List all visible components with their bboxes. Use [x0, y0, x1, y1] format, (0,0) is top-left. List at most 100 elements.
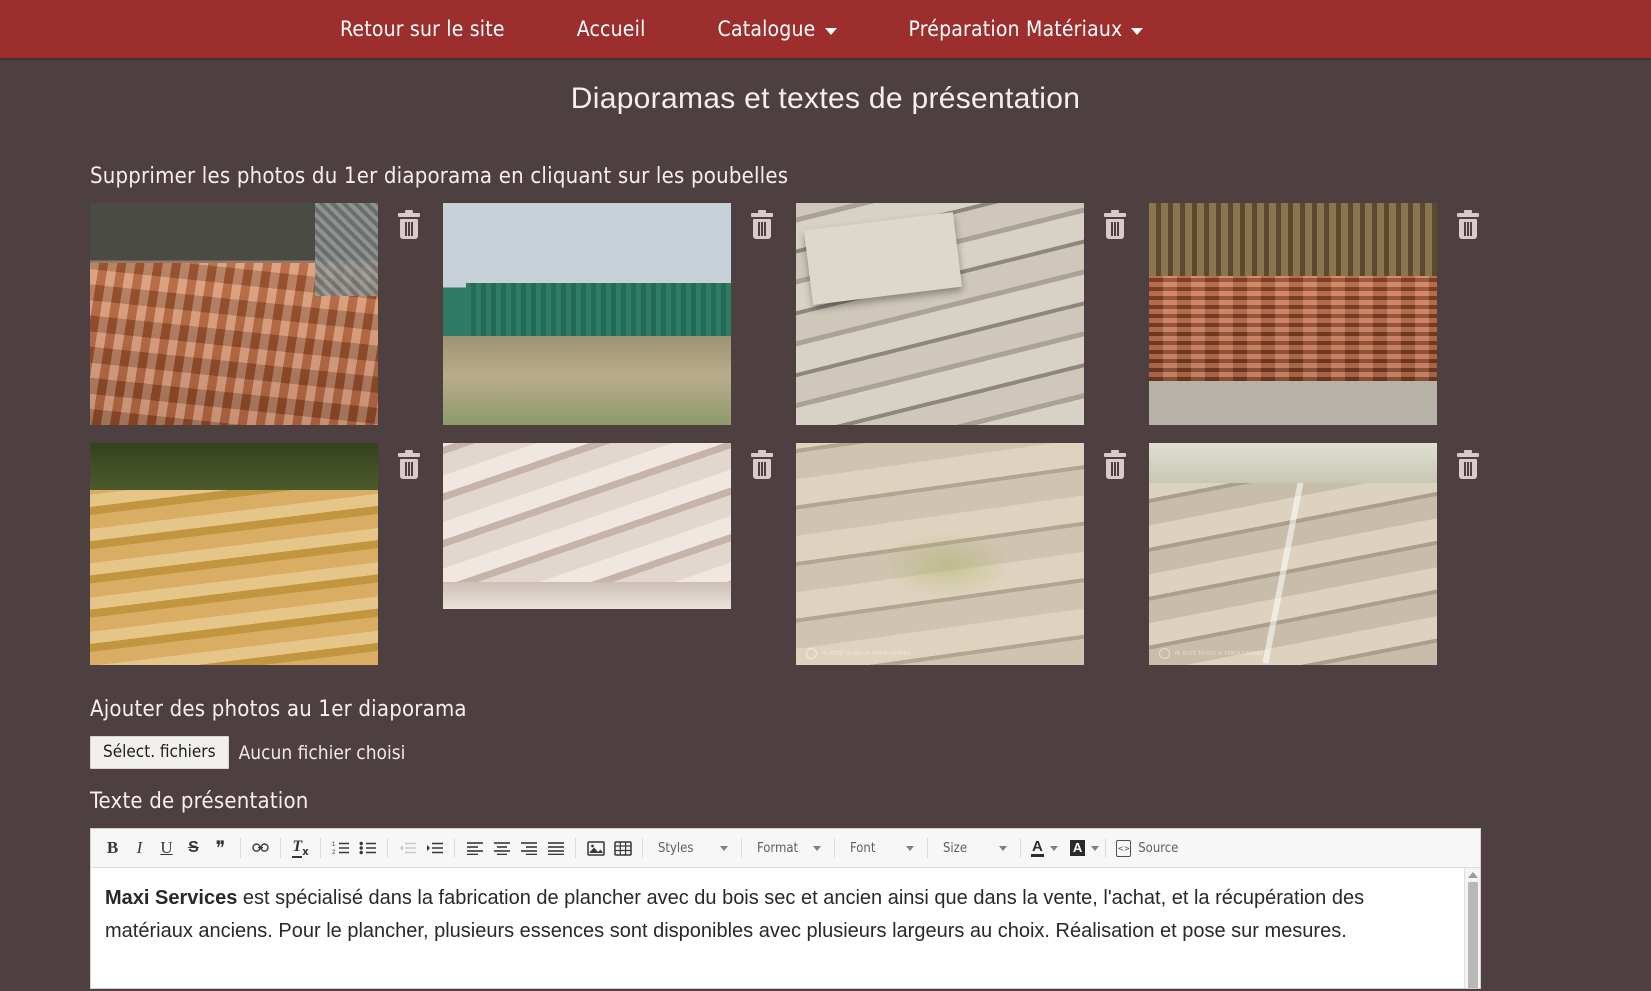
nav-label: Accueil: [576, 17, 646, 41]
link-icon[interactable]: [247, 835, 274, 862]
nav-item-preparation-materiaux[interactable]: Préparation Matériaux: [909, 17, 1144, 41]
italic-icon[interactable]: I: [126, 835, 153, 862]
toolbar-divider: [320, 838, 321, 858]
toolbar-divider: [741, 838, 742, 858]
scrollbar-thumb[interactable]: [1467, 882, 1478, 988]
chevron-down-icon: [999, 845, 1007, 851]
nav-label: Catalogue: [717, 17, 816, 41]
photo-thumbnail[interactable]: [1149, 203, 1437, 425]
numbered-list-icon[interactable]: 12: [327, 835, 354, 862]
photo-cell: MI NOTE 10 PRO AI PENTA CAMERA: [796, 443, 1149, 665]
toolbar-divider: [387, 838, 388, 858]
toolbar-divider: [927, 838, 928, 858]
align-right-icon[interactable]: [515, 835, 542, 862]
trash-icon[interactable]: [398, 210, 420, 239]
watermark-text: MI NOTE 10 PRO AI PENTA CAMERA: [1175, 650, 1264, 657]
justify-icon[interactable]: [542, 835, 569, 862]
editor-toolbar: B I U S ❞ Tx 12 Styles Format Font Size …: [91, 829, 1480, 868]
toolbar-divider: [834, 838, 835, 858]
text-color-icon: A: [1031, 837, 1044, 857]
trash-icon[interactable]: [1457, 450, 1479, 479]
decrease-indent-icon[interactable]: [394, 835, 421, 862]
font-dropdown[interactable]: Font: [841, 835, 921, 862]
trash-icon[interactable]: [398, 450, 420, 479]
photo-cell: MI NOTE 10 PRO AI PENTA CAMERA: [1149, 443, 1502, 665]
bulleted-list-icon[interactable]: [354, 835, 381, 862]
toolbar-divider: [575, 838, 576, 858]
nav-item-catalogue[interactable]: Catalogue: [718, 17, 837, 41]
nav-item-retour-sur-le-site[interactable]: Retour sur le site: [340, 17, 505, 41]
editor-scrollbar[interactable]: [1464, 868, 1480, 988]
photo-grid: MI NOTE 10 PRO AI PENTA CAMERA MI NOTE 1…: [90, 203, 1510, 683]
size-dropdown-label: Size: [943, 840, 968, 856]
nav-label: Retour sur le site: [340, 17, 505, 41]
strikethrough-icon[interactable]: S: [180, 835, 207, 862]
photo-thumbnail[interactable]: MI NOTE 10 PRO AI PENTA CAMERA: [796, 443, 1084, 665]
format-dropdown[interactable]: Format: [748, 835, 828, 862]
photo-thumbnail[interactable]: MI NOTE 10 PRO AI PENTA CAMERA: [1149, 443, 1437, 665]
delete-photos-label: Supprimer les photos du 1er diaporama en…: [90, 164, 789, 189]
toolbar-divider: [642, 838, 643, 858]
underline-icon[interactable]: U: [153, 835, 180, 862]
background-color-button[interactable]: A: [1069, 840, 1100, 856]
add-photos-label: Ajouter des photos au 1er diaporama: [90, 697, 467, 722]
trash-icon[interactable]: [751, 210, 773, 239]
blockquote-icon[interactable]: ❞: [207, 835, 234, 862]
photo-cell: [443, 203, 796, 425]
toolbar-divider: [240, 838, 241, 858]
align-center-icon[interactable]: [488, 835, 515, 862]
camera-watermark: MI NOTE 10 PRO AI PENTA CAMERA: [1159, 648, 1263, 659]
chevron-down-icon: [813, 845, 821, 851]
nav-label: Préparation Matériaux: [908, 17, 1123, 41]
svg-text:1: 1: [332, 842, 336, 848]
chevron-down-icon: [720, 845, 728, 851]
chevron-down-icon: [906, 845, 914, 851]
camera-watermark: MI NOTE 10 PRO AI PENTA CAMERA: [806, 648, 910, 659]
page-content: Supprimer les photos du 1er diaporama en…: [0, 164, 1651, 989]
table-icon[interactable]: [609, 835, 636, 862]
photo-thumbnail[interactable]: [443, 203, 731, 425]
chevron-down-icon: [824, 27, 837, 35]
camera-ring-icon: [806, 648, 817, 659]
source-button-label: Source: [1138, 840, 1179, 856]
size-dropdown[interactable]: Size: [934, 835, 1014, 862]
toolbar-divider: [454, 838, 455, 858]
chevron-down-icon: [1049, 845, 1058, 851]
trash-icon[interactable]: [1104, 450, 1126, 479]
align-left-icon[interactable]: [461, 835, 488, 862]
photo-thumbnail[interactable]: [443, 443, 731, 609]
source-button[interactable]: <> Source: [1112, 839, 1179, 857]
link-glyph: [252, 843, 269, 852]
trash-icon[interactable]: [751, 450, 773, 479]
chevron-down-icon: [1091, 845, 1100, 851]
bold-icon[interactable]: B: [99, 835, 126, 862]
styles-dropdown[interactable]: Styles: [649, 835, 735, 862]
trash-icon[interactable]: [1457, 210, 1479, 239]
toolbar-divider: [1020, 838, 1021, 858]
source-code-icon: <>: [1116, 839, 1132, 857]
editor-paragraph: Maxi Services est spécialisé dans la fab…: [91, 868, 1480, 948]
select-files-button[interactable]: Sélect. fichiers: [90, 736, 229, 769]
photo-thumbnail[interactable]: [90, 443, 378, 665]
nav-item-accueil[interactable]: Accueil: [577, 17, 646, 41]
editor-content-area[interactable]: Maxi Services est spécialisé dans la fab…: [91, 868, 1480, 988]
photo-cell: [1149, 203, 1502, 425]
trash-icon[interactable]: [1104, 210, 1126, 239]
remove-format-icon[interactable]: Tx: [287, 835, 314, 862]
increase-indent-icon[interactable]: [421, 835, 448, 862]
font-dropdown-label: Font: [850, 840, 876, 856]
text-color-button[interactable]: A: [1031, 837, 1058, 857]
editor-paragraph-rest: est spécialisé dans la fabrication de pl…: [105, 887, 1365, 942]
photo-thumbnail[interactable]: [796, 203, 1084, 425]
photo-cell: [90, 443, 443, 665]
image-icon[interactable]: [582, 835, 609, 862]
toolbar-divider: [280, 838, 281, 858]
camera-ring-icon: [1159, 648, 1170, 659]
format-dropdown-label: Format: [757, 840, 799, 856]
toolbar-divider: [1105, 838, 1107, 858]
photo-cell: [443, 443, 796, 665]
scroll-up-arrow-icon[interactable]: [1467, 872, 1478, 878]
file-status-label: Aucun fichier choisi: [238, 741, 406, 764]
file-upload-row: Sélect. fichiers Aucun fichier choisi: [90, 736, 1651, 769]
photo-thumbnail[interactable]: [90, 203, 378, 425]
